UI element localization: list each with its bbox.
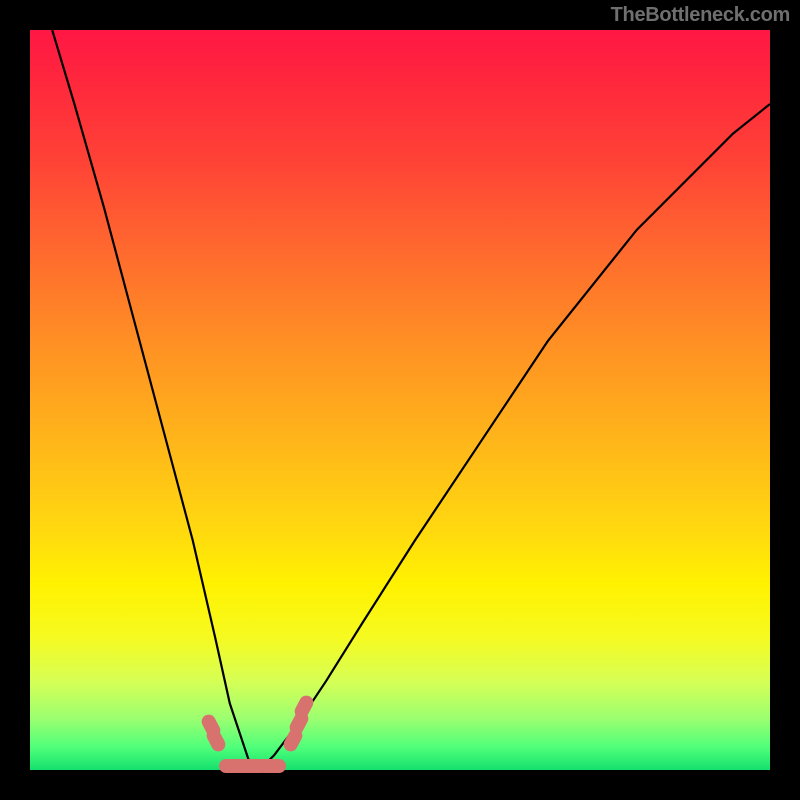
watermark-text: TheBottleneck.com: [611, 4, 790, 27]
chart-frame: TheBottleneck.com: [0, 0, 800, 800]
bottleneck-curve: [0, 0, 800, 800]
